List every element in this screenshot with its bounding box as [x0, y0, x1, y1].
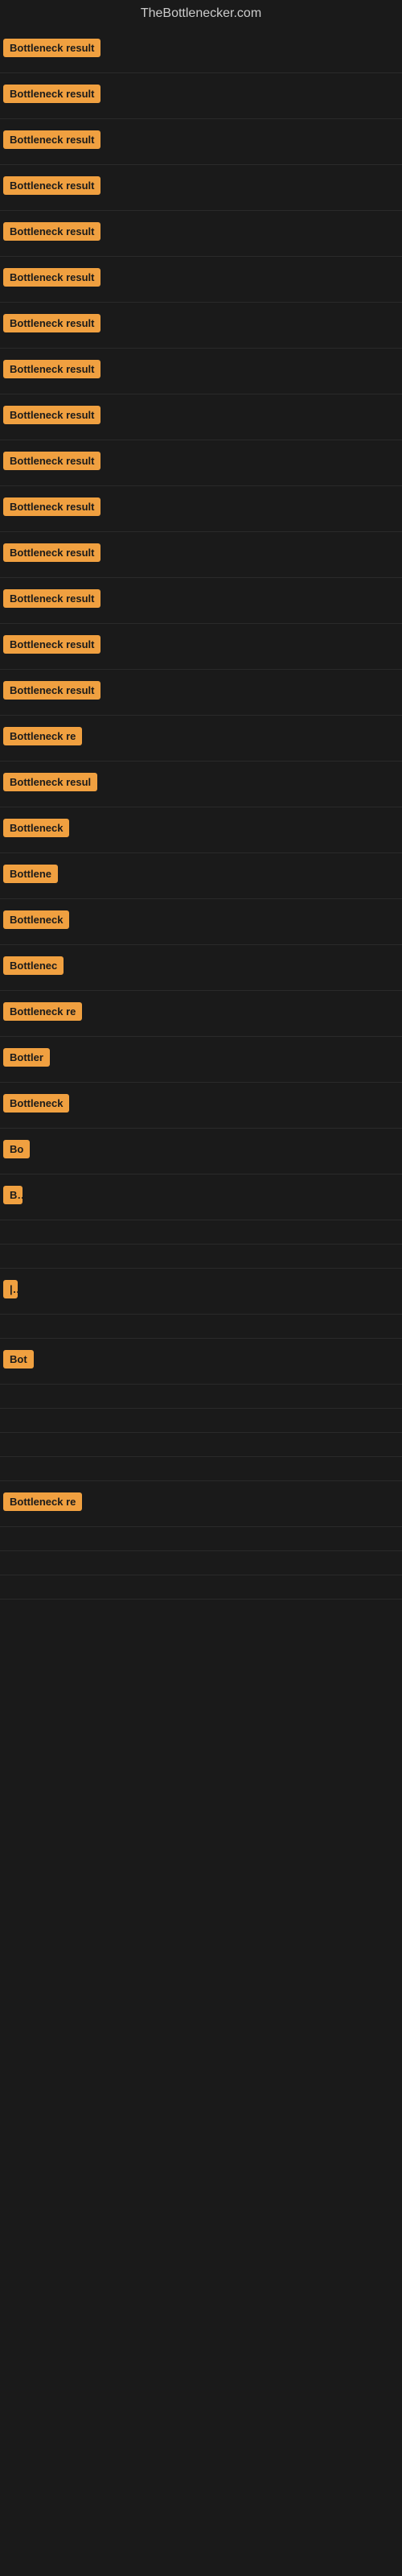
result-row	[0, 1315, 402, 1339]
bottleneck-badge[interactable]: Bottleneck result	[3, 543, 100, 562]
result-row: Bottleneck re	[0, 1481, 402, 1527]
result-row: Bottleneck result	[0, 532, 402, 578]
result-row: Bottleneck result	[0, 119, 402, 165]
result-row: Bottleneck result	[0, 670, 402, 716]
result-row: Bottleneck	[0, 1083, 402, 1129]
site-title: TheBottlenecker.com	[0, 0, 402, 27]
bottleneck-badge[interactable]: Bottleneck result	[3, 130, 100, 149]
result-row	[0, 1527, 402, 1551]
bottleneck-badge[interactable]: Bottleneck result	[3, 497, 100, 516]
result-row	[0, 1385, 402, 1409]
result-row: Bottleneck result	[0, 440, 402, 486]
result-row: Bottlene	[0, 853, 402, 899]
bottleneck-badge[interactable]: Bottleneck result	[3, 222, 100, 241]
result-row: Bottleneck	[0, 899, 402, 945]
result-row	[0, 1551, 402, 1575]
result-row	[0, 1245, 402, 1269]
bottleneck-badge[interactable]: Bottleneck result	[3, 314, 100, 332]
result-row: Bottleneck result	[0, 394, 402, 440]
bottleneck-badge[interactable]: Bottleneck result	[3, 681, 100, 700]
bottleneck-badge[interactable]: Bottleneck result	[3, 39, 100, 57]
title-text: TheBottlenecker.com	[141, 6, 261, 20]
bottleneck-badge[interactable]: Bo	[3, 1140, 30, 1158]
result-row	[0, 1457, 402, 1481]
result-row: Bot	[0, 1339, 402, 1385]
result-row: Bottleneck result	[0, 486, 402, 532]
bottleneck-badge[interactable]: Bottleneck re	[3, 1002, 82, 1021]
result-row: Bottleneck re	[0, 991, 402, 1037]
bottleneck-badge[interactable]: Bottleneck re	[3, 1492, 82, 1511]
result-row: B	[0, 1174, 402, 1220]
result-row: Bottlenec	[0, 945, 402, 991]
bottleneck-badge[interactable]: Bottleneck result	[3, 452, 100, 470]
bottleneck-badge[interactable]: Bottleneck result	[3, 85, 100, 103]
result-row: Bottleneck result	[0, 303, 402, 349]
bottleneck-badge[interactable]: Bottleneck result	[3, 360, 100, 378]
bottleneck-badge[interactable]: Bottleneck	[3, 819, 69, 837]
bottleneck-badge[interactable]: Bottleneck resul	[3, 773, 97, 791]
bottleneck-badge[interactable]: Bottleneck re	[3, 727, 82, 745]
result-row: Bottleneck result	[0, 27, 402, 73]
result-row: Bottleneck result	[0, 73, 402, 119]
result-row: Bottleneck result	[0, 165, 402, 211]
result-row: Bottleneck result	[0, 211, 402, 257]
bottleneck-badge[interactable]: |	[3, 1280, 18, 1298]
result-row	[0, 1575, 402, 1600]
result-row: Bottleneck result	[0, 349, 402, 394]
bottleneck-badge[interactable]: Bottleneck	[3, 1094, 69, 1113]
result-row: Bottleneck result	[0, 257, 402, 303]
result-row	[0, 1433, 402, 1457]
result-row: |	[0, 1269, 402, 1315]
bottleneck-badge[interactable]: Bottleneck result	[3, 268, 100, 287]
bottleneck-badge[interactable]: Bottlene	[3, 865, 58, 883]
bottleneck-badge[interactable]: Bottlenec	[3, 956, 64, 975]
result-row: Bottler	[0, 1037, 402, 1083]
bottleneck-badge[interactable]: Bottleneck result	[3, 635, 100, 654]
bottleneck-badge[interactable]: B	[3, 1186, 23, 1204]
result-row	[0, 1409, 402, 1433]
result-row: Bottleneck result	[0, 624, 402, 670]
result-row: Bo	[0, 1129, 402, 1174]
bottleneck-badge[interactable]: Bottler	[3, 1048, 50, 1067]
result-row: Bottleneck result	[0, 578, 402, 624]
bottleneck-badge[interactable]: Bot	[3, 1350, 34, 1368]
result-row: Bottleneck re	[0, 716, 402, 762]
bottleneck-badge[interactable]: Bottleneck result	[3, 589, 100, 608]
result-row	[0, 1220, 402, 1245]
result-row: Bottleneck	[0, 807, 402, 853]
result-row: Bottleneck resul	[0, 762, 402, 807]
bottleneck-badge[interactable]: Bottleneck result	[3, 406, 100, 424]
bottleneck-badge[interactable]: Bottleneck	[3, 910, 69, 929]
bottleneck-badge[interactable]: Bottleneck result	[3, 176, 100, 195]
